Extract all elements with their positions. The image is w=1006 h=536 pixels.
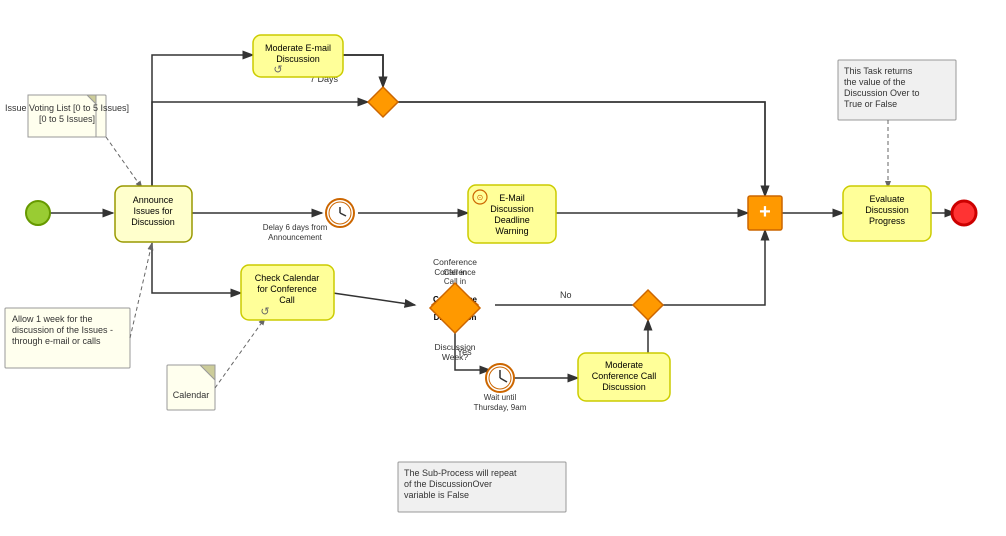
bpmn-diagram: Issue Voting List [0 to 5 Issues] [0 to … [0,0,1006,536]
svg-text:Warning: Warning [495,226,528,236]
annotation-issue-list: Issue Voting List [0 to 5 Issues] [0 to … [5,95,129,137]
svg-text:Discussion: Discussion [434,342,475,352]
svg-text:Announcement: Announcement [268,233,323,242]
flow-check-to-conf [333,293,415,305]
svg-text:Calendar: Calendar [173,390,210,400]
svg-text:True or False: True or False [844,99,897,109]
intermediate-wait: Wait until Thursday, 9am [474,364,527,412]
flow-moderate-to-diamond [343,55,383,87]
svg-text:the value of the: the value of the [844,77,906,87]
task-email-deadline[interactable]: ⊙ E-Mail Discussion Deadline Warning [468,185,556,243]
dashed-allow-announce [130,243,152,338]
svg-text:↺: ↺ [273,64,282,76]
intermediate-delay: Delay 6 days from Announcement [263,199,354,242]
dashed-issue-announce [106,137,142,188]
task-announce[interactable]: Announce Issues for Discussion [115,186,192,242]
svg-text:Issues for: Issues for [133,206,172,216]
svg-text:through e-mail or calls: through e-mail or calls [12,336,101,346]
svg-text:Check Calendar: Check Calendar [255,273,320,283]
task-moderate-call[interactable]: Moderate Conference Call Discussion [578,353,670,401]
svg-text:Discussion Over to: Discussion Over to [844,88,920,98]
svg-text:Discussion: Discussion [602,382,646,392]
label-no: No [560,290,572,300]
artifact-calendar: Calendar [167,365,215,410]
svg-text:This Task returns: This Task returns [844,66,913,76]
svg-text:Progress: Progress [869,216,906,226]
svg-text:Discussion: Discussion [490,204,534,214]
task-evaluate[interactable]: Evaluate Discussion Progress [843,186,931,241]
svg-text:Week?: Week? [442,352,469,362]
annotation-issue-text: Issue Voting List [0 to 5 Issues] [5,103,129,113]
svg-text:of the DiscussionOver: of the DiscussionOver [404,479,492,489]
svg-text:Evaluate: Evaluate [869,194,904,204]
svg-text:Delay 6 days from: Delay 6 days from [263,223,328,232]
flow-diamond-to-parallel [398,102,765,196]
svg-text:Allow 1 week for the: Allow 1 week for the [12,314,93,324]
svg-text:E-Mail: E-Mail [499,193,525,203]
svg-text:Announce: Announce [133,195,174,205]
svg-text:discussion of the Issues -: discussion of the Issues - [12,325,113,335]
svg-text:for Conference: for Conference [257,284,317,294]
svg-text:↺: ↺ [260,306,269,318]
task-check-calendar[interactable]: Check Calendar for Conference Call ↺ [241,265,334,320]
dashed-cal-check [215,318,265,388]
gateway-no-diamond [633,290,663,320]
flow-announce-top-gw [152,102,368,188]
svg-text:Conference: Conference [433,257,477,267]
svg-text:variable is False: variable is False [404,490,469,500]
annotation-allow-week: Allow 1 week for the discussion of the I… [5,308,130,368]
flow-no-to-parallel [663,230,765,305]
svg-text:Call in: Call in [443,267,467,277]
svg-text:Thursday, 9am: Thursday, 9am [474,403,527,412]
svg-text:The Sub-Process will repeat: The Sub-Process will repeat [404,468,517,478]
annotation-sub-process: The Sub-Process will repeat of the Discu… [398,462,566,512]
start-event [26,201,50,225]
svg-text:Moderate E-mail: Moderate E-mail [265,43,331,53]
svg-text:⊙: ⊙ [477,193,484,202]
gateway-parallel: + [748,196,782,230]
svg-text:Conference Call: Conference Call [592,371,657,381]
svg-text:Discussion: Discussion [131,217,175,227]
task-moderate-email[interactable]: Moderate E-mail Discussion ↺ [253,35,343,77]
diagram-container: Issue Voting List [0 to 5 Issues] [0 to … [0,0,1006,536]
svg-text:+: + [759,201,771,223]
svg-text:Moderate: Moderate [605,360,643,370]
end-event [952,201,976,225]
flow-topgw-parallel [398,102,765,196]
svg-text:Wait until: Wait until [484,393,517,402]
svg-text:Discussion: Discussion [276,54,320,64]
svg-text:Call: Call [279,295,295,305]
gateway-top-diamond [368,87,398,117]
annotation-returns-value: This Task returns the value of the Discu… [838,60,956,120]
flow-announce-check-cal [152,243,241,293]
svg-text:[0 to 5 Issues]: [0 to 5 Issues] [39,114,95,124]
svg-text:Discussion: Discussion [865,205,909,215]
flow-up-to-moderate [152,55,253,188]
svg-text:Deadline: Deadline [494,215,530,225]
